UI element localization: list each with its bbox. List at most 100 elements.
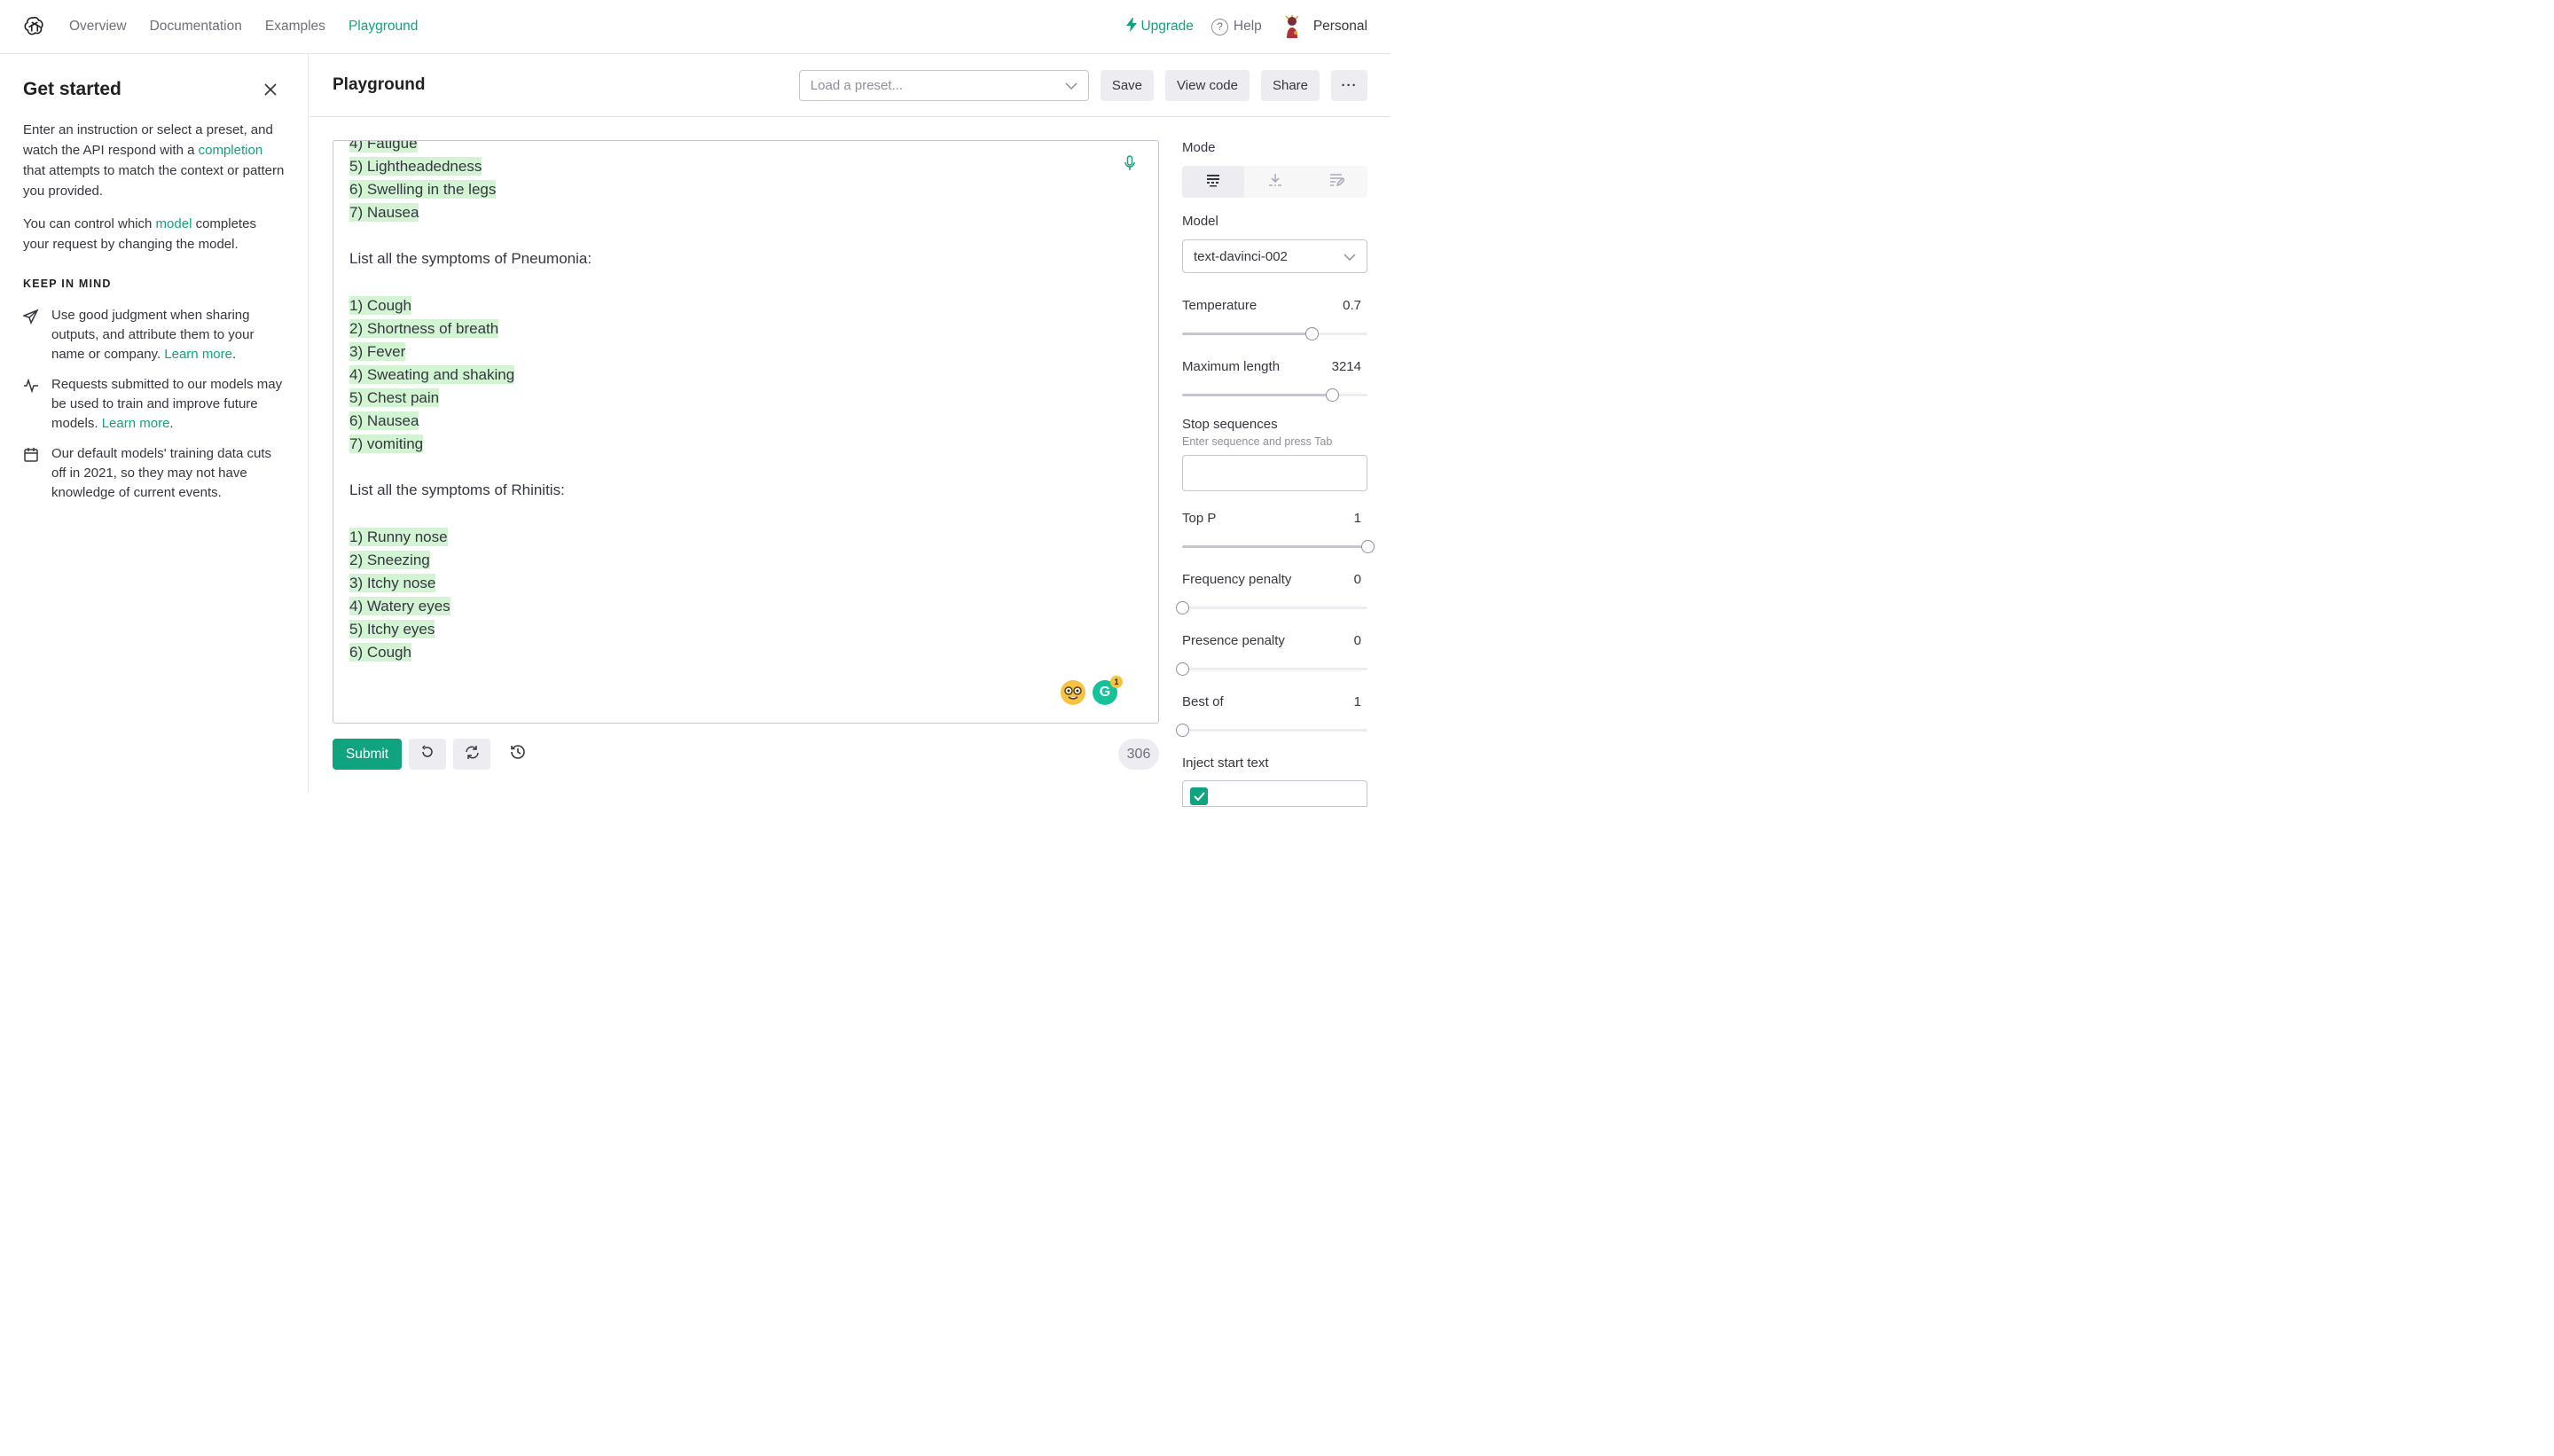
page-title: Playground: [333, 75, 426, 94]
nav-documentation[interactable]: Documentation: [150, 19, 242, 35]
tip-cutoff: Our default models' training data cuts o…: [23, 444, 285, 503]
learn-more-link-2[interactable]: Learn more: [102, 416, 170, 431]
editor-content[interactable]: 4) Fatigue 5) Lightheadedness 6) Swelling …: [349, 141, 591, 664]
slider-thumb[interactable]: [1176, 601, 1189, 614]
activity-icon: [23, 375, 39, 434]
editor-line: List all the symptoms of Pneumonia:: [349, 247, 591, 270]
editor-line: 4) Fatigue: [349, 141, 591, 155]
presence-penalty-row: Presence penalty 0: [1182, 633, 1367, 648]
prompt-editor[interactable]: 4) Fatigue 5) Lightheadedness 6) Swelling …: [333, 140, 1159, 724]
more-options-button[interactable]: ···: [1331, 69, 1367, 101]
temperature-row: Temperature 0.7: [1182, 298, 1367, 313]
grammarly-icon[interactable]: G1: [1093, 676, 1123, 705]
completion-link[interactable]: completion: [199, 143, 263, 158]
view-code-button[interactable]: View code: [1165, 69, 1250, 101]
max-length-slider[interactable]: [1182, 388, 1367, 402]
undo-button[interactable]: [409, 739, 446, 770]
max-length-value[interactable]: 3214: [1332, 359, 1361, 374]
slider-fill: [1182, 545, 1367, 548]
top-p-value[interactable]: 1: [1354, 511, 1361, 526]
generated-text: 3) Fever: [349, 341, 406, 361]
best-of-value[interactable]: 1: [1354, 694, 1361, 709]
question-circle-icon: ?: [1210, 18, 1228, 35]
slider-thumb[interactable]: [1176, 662, 1189, 676]
keep-in-mind-heading: KEEP IN MIND: [23, 278, 112, 290]
send-icon: [21, 306, 39, 364]
editor-line: 5) Lightheadedness: [349, 155, 591, 178]
generated-text: 6) Cough: [349, 643, 411, 662]
frequency-penalty-value[interactable]: 0: [1354, 572, 1361, 587]
mode-edit[interactable]: [1305, 166, 1367, 198]
editor-line: 3) Fever: [349, 341, 591, 364]
generated-text: 4) Fatigue: [349, 141, 418, 153]
nav-examples[interactable]: Examples: [265, 19, 325, 35]
mode-switcher: [1182, 166, 1367, 198]
upgrade-button[interactable]: Upgrade: [1126, 17, 1194, 36]
slider-track: [1182, 668, 1367, 670]
frequency-penalty-slider[interactable]: [1176, 601, 1367, 614]
save-button[interactable]: Save: [1100, 69, 1155, 101]
slider-thumb[interactable]: [1361, 540, 1375, 553]
model-select[interactable]: text-davinci-002: [1182, 239, 1367, 273]
upgrade-label: Upgrade: [1140, 19, 1194, 34]
share-button[interactable]: Share: [1260, 69, 1320, 101]
editor-line: 7) vomiting: [349, 433, 591, 456]
inject-start-text-checkbox[interactable]: [1190, 787, 1208, 805]
nerd-face-icon[interactable]: [1061, 680, 1085, 705]
openai-logo-icon[interactable]: [23, 15, 46, 38]
presence-penalty-value[interactable]: 0: [1354, 633, 1361, 648]
editor-line: 5) Chest pain: [349, 387, 591, 410]
undo-icon: [420, 745, 435, 763]
editor-line: 3) Itchy nose: [349, 572, 591, 595]
get-started-sidebar: Get started Enter an instruction or sele…: [0, 54, 309, 793]
generated-text: 6) Swelling in the legs: [349, 180, 497, 200]
complete-mode-icon: [1206, 173, 1220, 192]
learn-more-link-1[interactable]: Learn more: [164, 347, 232, 362]
nav-overview[interactable]: Overview: [69, 19, 127, 35]
temperature-slider[interactable]: [1182, 327, 1367, 341]
preset-select[interactable]: Load a preset...: [798, 69, 1089, 101]
slider-thumb[interactable]: [1325, 388, 1339, 402]
history-button[interactable]: [499, 739, 537, 770]
account-menu[interactable]: Personal: [1279, 14, 1367, 39]
top-p-slider[interactable]: [1182, 540, 1375, 553]
generated-text: 4) Watery eyes: [349, 596, 450, 615]
slider-thumb[interactable]: [1176, 724, 1189, 737]
help-button[interactable]: ? Help: [1210, 18, 1262, 35]
nav-playground[interactable]: Playground: [349, 19, 418, 35]
generated-text: 2) Sneezing: [349, 550, 430, 569]
tip-training-text: Requests submitted to our models may be …: [51, 377, 283, 431]
generated-text: 7) vomiting: [349, 434, 424, 454]
stop-sequences-label: Stop sequences: [1182, 417, 1278, 432]
chevron-down-icon: [1344, 249, 1356, 264]
prompt-text: List all the symptoms of Pneumonia:: [349, 250, 592, 268]
intro-text-b: that attempts to match the context or pa…: [23, 163, 285, 199]
token-count: 306: [1118, 739, 1159, 770]
close-icon[interactable]: [262, 81, 279, 98]
regenerate-button[interactable]: [453, 739, 490, 770]
presence-penalty-slider[interactable]: [1176, 662, 1367, 676]
refresh-icon: [465, 745, 480, 764]
best-of-slider[interactable]: [1176, 724, 1367, 737]
microphone-icon[interactable]: [1124, 155, 1135, 176]
intro-paragraph: Enter an instruction or select a preset,…: [23, 120, 285, 201]
mode-insert[interactable]: [1244, 166, 1306, 198]
generated-text: 6) Nausea: [349, 411, 419, 431]
model-link[interactable]: model: [156, 216, 192, 231]
edit-mode-icon: [1329, 173, 1345, 192]
editor-line: 2) Shortness of breath: [349, 317, 591, 341]
stop-sequences-input[interactable]: [1182, 455, 1367, 491]
top-nav: Overview Documentation Examples Playgrou…: [0, 0, 1391, 54]
slider-track: [1182, 729, 1367, 732]
slider-thumb[interactable]: [1305, 327, 1320, 341]
submit-button[interactable]: Submit: [333, 739, 402, 770]
playground-header: Playground Load a preset... Save View co…: [309, 54, 1391, 117]
generated-text: 3) Itchy nose: [349, 573, 436, 592]
mode-complete[interactable]: [1182, 166, 1244, 198]
editor-line: List all the symptoms of Rhinitis:: [349, 479, 591, 502]
temperature-value[interactable]: 0.7: [1343, 298, 1361, 313]
calendar-icon: [23, 444, 39, 503]
